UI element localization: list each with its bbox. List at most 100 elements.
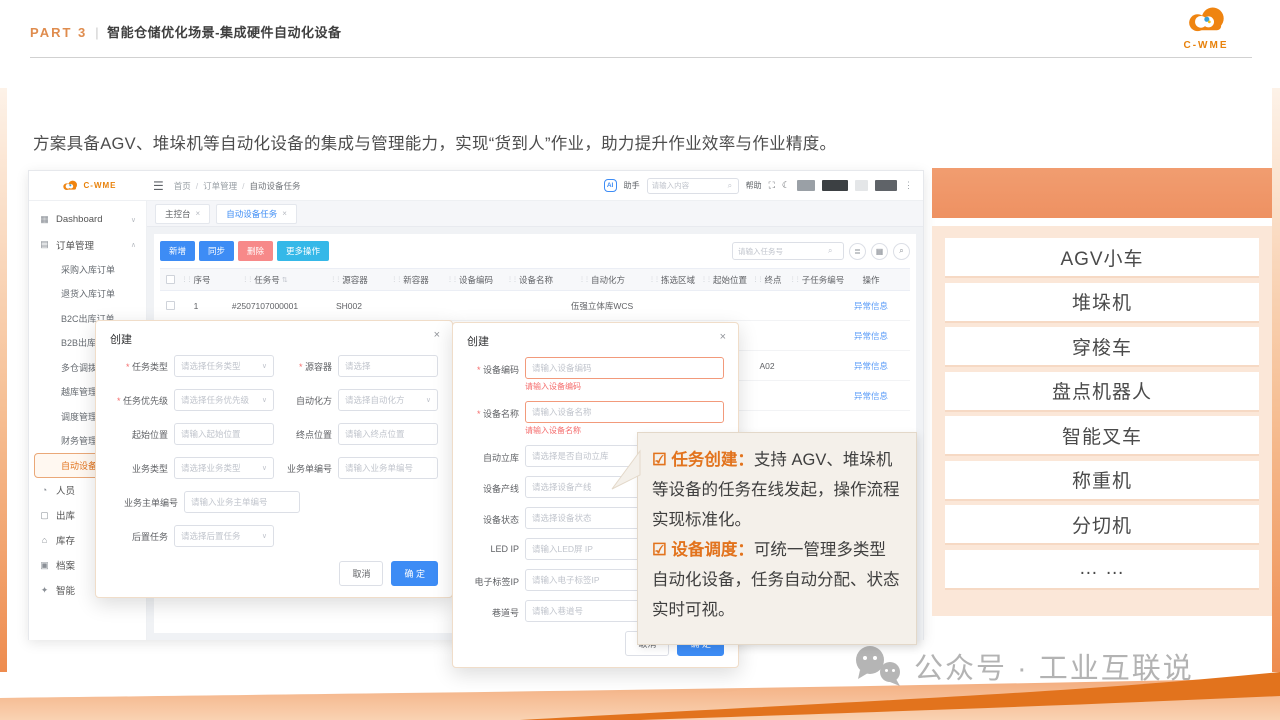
left-edge-gradient — [0, 88, 7, 672]
col-start[interactable]: 起始位置 — [700, 274, 748, 286]
placeholder: 请选择自动化方 — [345, 394, 426, 406]
sidebar-item-purchase-inbound[interactable]: 采购入库订单 — [29, 257, 146, 282]
sync-button[interactable]: 同步 — [199, 241, 234, 261]
field-label: 终点位置 — [274, 428, 338, 441]
sidebar-label: 人员 — [56, 483, 75, 497]
placeholder: 请选择任务类型 — [181, 360, 262, 372]
col-device-name[interactable]: 设备名称 — [500, 274, 560, 286]
kebab-menu-icon[interactable]: ⋮ — [904, 180, 913, 191]
select-all-checkbox[interactable] — [166, 275, 175, 284]
col-task-no[interactable]: 任务号⇅ — [212, 274, 318, 286]
placeholder: 请选择业务类型 — [181, 462, 262, 474]
exception-info-link[interactable]: 异常信息 — [848, 360, 894, 372]
sort-icon[interactable]: ⇅ — [282, 276, 288, 284]
watermark: 公众号 · 工业互联说 — [852, 645, 1194, 687]
device-item-stacker: 堆垛机 — [945, 283, 1259, 323]
callout-head: ☑ 任务创建： — [652, 451, 754, 469]
chevron-down-icon: ∨ — [262, 532, 267, 540]
app-logo: C-WME — [29, 179, 147, 193]
hamburger-icon[interactable]: ☰ — [153, 179, 164, 193]
post-task-select[interactable]: 请选择后置任务∨ — [174, 525, 274, 547]
right-panel-header — [932, 168, 1272, 218]
cloud-logo-icon — [1180, 5, 1232, 37]
sidebar-item-return-inbound[interactable]: 退货入库订单 — [29, 282, 146, 307]
ai-icon[interactable]: AI — [604, 179, 617, 192]
sidebar-item-dashboard[interactable]: ▦ Dashboard ∨ — [29, 207, 146, 232]
cell-automation: 伍强立体库WCS — [560, 300, 644, 312]
delete-button[interactable]: 删除 — [238, 241, 273, 261]
global-search-input[interactable] — [652, 181, 728, 190]
task-type-select[interactable]: 请选择任务类型∨ — [174, 355, 274, 377]
end-position-input[interactable]: 请输入终点位置 — [338, 423, 438, 445]
row-checkbox[interactable] — [166, 301, 175, 310]
chevron-down-icon: ∨ — [262, 464, 267, 472]
exception-info-link[interactable]: 异常信息 — [848, 330, 894, 342]
source-container-input[interactable]: 请选择 — [338, 355, 438, 377]
col-pick-area[interactable]: 拣选区域 — [644, 274, 700, 286]
breadcrumb-separator: / — [196, 181, 198, 191]
zoom-icon[interactable]: ⌕ — [893, 243, 910, 260]
tab-auto-device-task[interactable]: 自动设备任务× — [216, 204, 297, 224]
field-label: 后置任务 — [110, 530, 174, 543]
help-link[interactable]: 帮助 — [746, 180, 762, 191]
close-icon[interactable]: × — [434, 329, 440, 341]
tab-console[interactable]: 主控台× — [155, 204, 210, 224]
biz-main-no-input[interactable]: 请输入业务主单编号 — [184, 491, 300, 513]
part-label: PART 3 — [30, 25, 87, 40]
col-seq[interactable]: 序号 — [180, 274, 212, 286]
task-search-input[interactable] — [738, 247, 828, 256]
field-label: 设备编码 — [467, 363, 525, 376]
device-item-counting-robot: 盘点机器人 — [945, 372, 1259, 412]
close-icon[interactable]: × — [720, 331, 726, 343]
device-item-more: … … — [945, 550, 1259, 590]
automation-select[interactable]: 请选择自动化方∨ — [338, 389, 438, 411]
biz-type-select[interactable]: 请选择业务类型∨ — [174, 457, 274, 479]
start-position-input[interactable]: 请输入起始位置 — [174, 423, 274, 445]
field-label: 设备名称 — [467, 407, 525, 420]
add-button[interactable]: 新增 — [160, 241, 195, 261]
biz-no-input[interactable]: 请输入业务单编号 — [338, 457, 438, 479]
col-source[interactable]: 源容器 — [318, 274, 380, 286]
exception-info-link[interactable]: 异常信息 — [848, 300, 894, 312]
more-actions-button[interactable]: 更多操作 — [277, 241, 329, 261]
app-brand-text: C-WME — [84, 181, 117, 190]
device-item-forklift: 智能叉车 — [945, 416, 1259, 456]
col-new-container[interactable]: 新容器 — [380, 274, 440, 286]
person-icon: ◔ — [39, 485, 50, 495]
density-icon[interactable]: ≣ — [849, 243, 866, 260]
chevron-up-icon: ∧ — [131, 241, 136, 249]
placeholder: 请输入设备名称 — [532, 406, 717, 418]
close-icon[interactable]: × — [282, 209, 287, 218]
brand-text: C-WME — [1168, 40, 1244, 51]
breadcrumb-home[interactable]: 首页 — [174, 180, 191, 192]
columns-icon[interactable]: ▦ — [871, 243, 888, 260]
confirm-button[interactable]: 确 定 — [391, 561, 438, 586]
exception-info-link[interactable]: 异常信息 — [848, 390, 894, 402]
device-code-input[interactable]: 请输入设备编码 — [525, 357, 724, 379]
theme-icon[interactable]: ☾ — [782, 180, 790, 191]
device-item-slitter: 分切机 — [945, 505, 1259, 545]
watermark-text: 公众号 · 工业互联说 — [914, 645, 1194, 687]
part-separator: | — [95, 25, 99, 40]
col-automation[interactable]: 自动化方 — [560, 274, 644, 286]
sidebar-item-order-mgmt[interactable]: ▤ 订单管理 ∧ — [29, 232, 146, 257]
col-device-code[interactable]: 设备编码 — [440, 274, 500, 286]
ai-assistant-label[interactable]: 助手 — [624, 180, 640, 191]
fullscreen-icon[interactable]: ⛶ — [769, 180, 775, 191]
slide-header: PART 3|智能仓储优化场景-集成硬件自动化设备 — [30, 22, 342, 41]
priority-select[interactable]: 请选择任务优先级∨ — [174, 389, 274, 411]
field-label: 业务主单编号 — [110, 496, 184, 509]
search-icon[interactable]: ⌕ — [728, 181, 732, 191]
breadcrumb-current: 自动设备任务 — [250, 180, 301, 192]
sidebar-label: Dashboard — [56, 214, 102, 225]
cancel-button[interactable]: 取消 — [339, 561, 383, 586]
col-subtask[interactable]: 子任务编号 — [786, 274, 848, 286]
breadcrumb-orders[interactable]: 订单管理 — [203, 180, 237, 192]
col-end[interactable]: 终点 — [748, 274, 786, 286]
device-name-input[interactable]: 请输入设备名称 — [525, 401, 724, 423]
close-icon[interactable]: × — [196, 209, 201, 218]
task-create-modal: 创建 × 任务类型 请选择任务类型∨ 源容器 请选择 任务优先级 请选择任务优先… — [95, 320, 453, 598]
table-row: 1 #2507107000001 SH002 伍强立体库WCS 异常信息 — [160, 291, 910, 321]
search-icon[interactable]: ⌕ — [828, 246, 832, 256]
chevron-down-icon: ∨ — [262, 396, 267, 404]
